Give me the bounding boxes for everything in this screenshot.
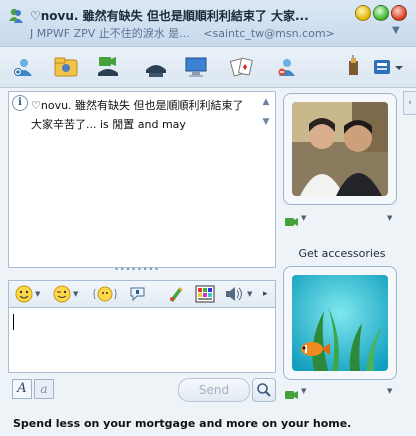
message-input[interactable] <box>8 307 276 373</box>
maximize-button[interactable] <box>373 5 389 21</box>
contact-subtitle: J MPWF ZPV 止不住的淚水 是... <saintc_tw@msn.co… <box>30 25 348 41</box>
search-icon[interactable] <box>252 378 276 402</box>
display-picture-menu-icon[interactable]: ▼ <box>387 387 392 395</box>
scroll-down-arrow[interactable]: ▼ <box>260 116 272 128</box>
ad-banner[interactable]: Spend less on your mortgage and more on … <box>0 408 416 436</box>
activities-icon[interactable] <box>340 53 368 81</box>
title-bar[interactable]: ♡novu. 雖然有缺失 但也是順順利利結束了 大家... J MPWF ZPV… <box>0 0 416 47</box>
block-contact-icon[interactable] <box>273 53 301 81</box>
nudge-icon[interactable] <box>93 284 117 304</box>
webcam-icon[interactable] <box>285 213 299 232</box>
own-webcam-row: ▼ ▼ <box>285 386 397 400</box>
scroll-up-arrow[interactable]: ▲ <box>260 96 272 108</box>
conversation-window: ♡novu. 雖然有缺失 但也是順順利利結束了 大家... J MPWF ZPV… <box>0 0 416 436</box>
contact-display-picture-frame[interactable] <box>283 93 397 205</box>
display-picture-menu-icon[interactable]: ▼ <box>387 214 392 222</box>
own-display-picture <box>292 275 388 371</box>
resize-grip[interactable]: •••••••• <box>112 266 162 274</box>
invite-contact-icon[interactable] <box>10 53 38 81</box>
get-accessories-link[interactable]: Get accessories <box>283 247 401 260</box>
text-cursor <box>13 314 14 330</box>
chevron-down-icon[interactable]: ▼ <box>301 214 306 222</box>
handwriting-mode-icon[interactable]: A <box>12 379 32 399</box>
close-button[interactable] <box>391 5 407 21</box>
more-icon[interactable]: ▸ <box>263 284 268 304</box>
remote-assistance-icon[interactable] <box>182 53 210 81</box>
chevron-down-icon[interactable]: ▼ <box>392 25 400 36</box>
collapse-panel-button[interactable]: ‹ <box>403 91 416 115</box>
status-message: ♡novu. 雖然有缺失 但也是順順利利結束了 大家辛苦了... is 閒置 a… <box>31 99 244 131</box>
games-icon[interactable] <box>228 53 256 81</box>
webcam-icon[interactable] <box>285 386 299 405</box>
contact-email: <saintc_tw@msn.com> <box>203 27 335 40</box>
window-title: ♡novu. 雖然有缺失 但也是順順利利結束了 大家... <box>30 9 309 23</box>
voice-clip-icon[interactable] <box>129 284 147 304</box>
personal-message: J MPWF ZPV 止不住的淚水 是... <box>30 27 190 40</box>
send-button[interactable]: Send <box>178 378 250 402</box>
contact-photo <box>292 102 388 196</box>
menu-icon[interactable] <box>368 53 408 81</box>
messenger-buddy-icon <box>6 6 26 26</box>
text-mode-icon[interactable]: a <box>34 379 54 399</box>
format-toolbar: ▼ ▼ ▼ ▸ <box>8 280 276 308</box>
ad-text[interactable]: Spend less on your mortgage and more on … <box>13 417 351 430</box>
send-files-icon[interactable] <box>52 53 80 81</box>
chevron-down-icon[interactable]: ▼ <box>301 387 306 395</box>
minimize-button[interactable] <box>355 5 371 21</box>
sound-icon[interactable]: ▼ <box>223 284 252 304</box>
info-icon: i <box>12 95 28 111</box>
contact-webcam-row: ▼ ▼ <box>285 213 397 227</box>
ink-icon[interactable] <box>167 284 185 304</box>
conversation-history[interactable]: i ♡novu. 雖然有缺失 但也是順順利利結束了 大家辛苦了... is 閒置… <box>8 91 276 268</box>
wink-icon[interactable]: ▼ <box>53 284 78 304</box>
own-display-picture-frame[interactable] <box>283 266 397 380</box>
video-call-icon[interactable] <box>94 53 122 81</box>
emoticon-icon[interactable]: ▼ <box>15 284 40 304</box>
background-icon[interactable] <box>195 284 215 304</box>
phone-call-icon[interactable] <box>142 53 170 81</box>
main-toolbar <box>0 47 416 88</box>
